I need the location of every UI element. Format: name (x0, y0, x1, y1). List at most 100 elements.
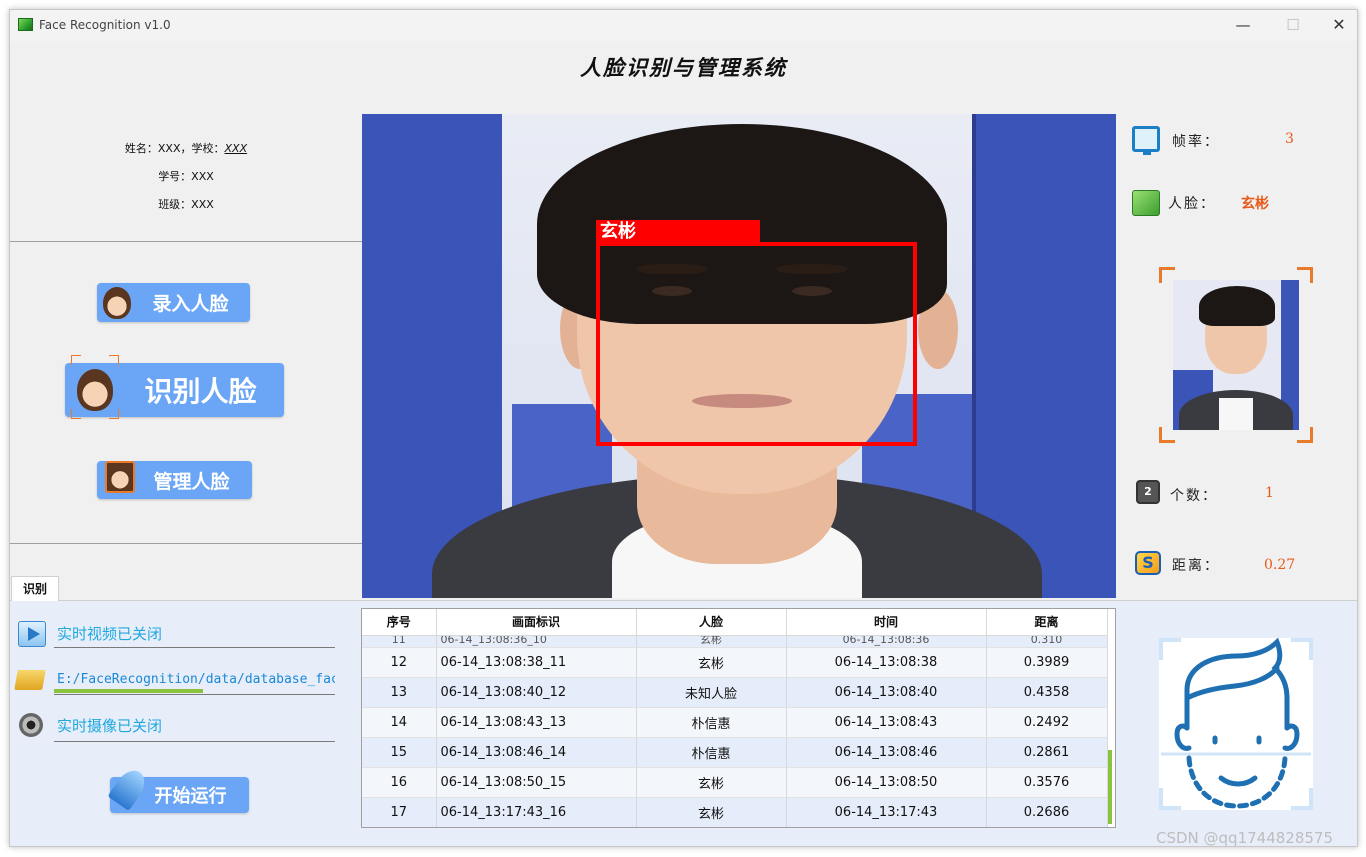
cell-frame-id: 06-14_13:08:46_14 (436, 737, 637, 768)
cell-frame-id: 06-14_13:08:50_15 (436, 767, 637, 798)
enroll-face-label: 录入人脸 (152, 293, 229, 315)
database-path-text[interactable]: E:/FaceRecognition/data/database_faces (57, 672, 335, 687)
video-play-icon[interactable] (18, 621, 46, 647)
tab-recognition[interactable]: 识别 (11, 576, 59, 601)
thumb-shirt (1219, 398, 1253, 430)
thumb-hair (1199, 286, 1275, 326)
detection-box (596, 242, 917, 446)
cell-time: 06-14_13:17:43 (786, 797, 987, 827)
fps-label: 帧率： (1172, 134, 1220, 150)
cell-face: 未知人脸 (636, 677, 787, 708)
face-name-value: 玄彬 (1241, 196, 1269, 212)
webcam-icon[interactable] (19, 713, 43, 737)
records-table[interactable]: 序号 画面标识 人脸 时间 距离 11 06-14_13:08:36_10 玄彬… (361, 608, 1116, 828)
table-row[interactable]: 14 06-14_13:08:43_13 朴信惠 06-14_13:08:43 … (362, 707, 1108, 738)
cell-time: 06-14_13:08:50 (786, 767, 987, 798)
girl-face-icon (103, 287, 131, 319)
face-scan-icon (77, 369, 113, 411)
camera-preview: 玄彬 (362, 114, 1116, 598)
count-value: 1 (1265, 485, 1274, 501)
folder-icon[interactable] (14, 670, 46, 690)
table-header-row: 序号 画面标识 人脸 时间 距离 (362, 609, 1108, 636)
col-header-time[interactable]: 时间 (786, 609, 987, 636)
student-class-line: 班级：XXX (158, 198, 214, 211)
detection-label: 玄彬 (596, 220, 760, 244)
cell-index: 17 (362, 797, 437, 827)
face-name-label: 人脸： (1168, 196, 1216, 212)
cell-time: 06-14_13:08:46 (786, 737, 987, 768)
cell-face: 朴信惠 (636, 737, 787, 768)
counter-icon: 2 (1136, 480, 1160, 504)
video-status-row: 实时视频已关闭 (10, 617, 350, 651)
enroll-face-button[interactable]: 录入人脸 (97, 283, 250, 322)
manage-face-label: 管理人脸 (153, 470, 230, 493)
student-name-line: 姓名：XXX，学校：XXX (10, 140, 362, 156)
camera-status-text: 实时摄像已关闭 (57, 717, 163, 735)
cell-index: 16 (362, 767, 437, 798)
app-window: Face Recognition v1.0 — ☐ ✕ 人脸识别与管理系统 姓名… (9, 9, 1358, 847)
student-id-line: 学号：XXX (158, 170, 214, 183)
left-divider-bottom (10, 543, 362, 544)
cell-distance: 0.4358 (986, 677, 1108, 708)
cell-distance: 0.3576 (986, 767, 1108, 798)
cell-frame-id: 06-14_13:08:36_10 (436, 635, 637, 648)
cell-face: 玄彬 (636, 797, 787, 827)
cell-distance: 0.3989 (986, 647, 1108, 678)
id-card-face-icon (105, 461, 135, 493)
cell-frame-id: 06-14_13:08:43_13 (436, 707, 637, 738)
app-logo-icon (18, 18, 33, 31)
table-row[interactable]: 12 06-14_13:08:38_11 玄彬 06-14_13:08:38 0… (362, 647, 1108, 678)
cell-index: 14 (362, 707, 437, 738)
cell-time: 06-14_13:08:38 (786, 647, 987, 678)
left-divider-top (10, 241, 362, 242)
col-header-face[interactable]: 人脸 (636, 609, 787, 636)
cell-index: 13 (362, 677, 437, 708)
table-scrollbar[interactable] (1108, 750, 1112, 824)
table-row[interactable]: 16 06-14_13:08:50_15 玄彬 06-14_13:08:50 0… (362, 767, 1108, 798)
fps-value: 3 (1285, 131, 1294, 147)
cell-index: 11 (362, 635, 437, 648)
monitor-icon (1132, 126, 1160, 155)
cell-face: 玄彬 (636, 767, 787, 798)
cell-distance: 0.2492 (986, 707, 1108, 738)
cell-face: 玄彬 (636, 647, 787, 678)
path-row: E:/FaceRecognition/data/database_faces (10, 664, 350, 698)
path-underline (54, 694, 335, 695)
col-header-frame-id[interactable]: 画面标识 (436, 609, 637, 636)
table-row[interactable]: 17 06-14_13:17:43_16 玄彬 06-14_13:17:43 0… (362, 797, 1108, 827)
distance-value: 0.27 (1264, 557, 1296, 573)
camera-underline (54, 741, 335, 742)
cell-time: 06-14_13:08:43 (786, 707, 987, 738)
leaf-icon (1132, 190, 1160, 216)
path-progress-bar (54, 689, 203, 693)
table-row[interactable]: 11 06-14_13:08:36_10 玄彬 06-14_13:08:36 0… (362, 635, 1108, 648)
cell-index: 15 (362, 737, 437, 768)
distance-icon: S (1135, 551, 1161, 575)
scan-corner-tl (71, 355, 81, 365)
cell-time: 06-14_13:08:40 (786, 677, 987, 708)
video-status-text: 实时视频已关闭 (57, 625, 163, 643)
name-school-label: 姓名：XXX，学校： (124, 142, 225, 155)
scan-corner-tr (109, 355, 119, 365)
close-button[interactable]: ✕ (1324, 14, 1354, 36)
table-row[interactable]: 15 06-14_13:08:46_14 朴信惠 06-14_13:08:46 … (362, 737, 1108, 768)
cell-distance: 0.2861 (986, 737, 1108, 768)
cell-index: 12 (362, 647, 437, 678)
cell-distance: 0.310 (986, 635, 1108, 648)
face-scan-illustration (1159, 637, 1313, 810)
count-label: 个数： (1170, 488, 1218, 504)
minimize-button[interactable]: — (1228, 14, 1258, 36)
scan-corner-bl (71, 409, 81, 419)
title-bar: Face Recognition v1.0 — ☐ ✕ (10, 10, 1357, 41)
window-title: Face Recognition v1.0 (39, 18, 171, 32)
cell-time: 06-14_13:08:36 (786, 635, 987, 648)
table-row[interactable]: 13 06-14_13:08:40_12 未知人脸 06-14_13:08:40… (362, 677, 1108, 708)
recognize-face-label: 识别人脸 (144, 375, 257, 408)
cell-face: 朴信惠 (636, 707, 787, 738)
start-run-button[interactable]: 开始运行 (107, 764, 249, 813)
col-header-distance[interactable]: 距离 (986, 609, 1108, 636)
recognize-face-button[interactable]: 识别人脸 (65, 355, 284, 419)
maximize-button[interactable]: ☐ (1278, 14, 1308, 36)
col-header-index[interactable]: 序号 (362, 609, 437, 636)
manage-face-button[interactable]: 管理人脸 (97, 461, 252, 499)
